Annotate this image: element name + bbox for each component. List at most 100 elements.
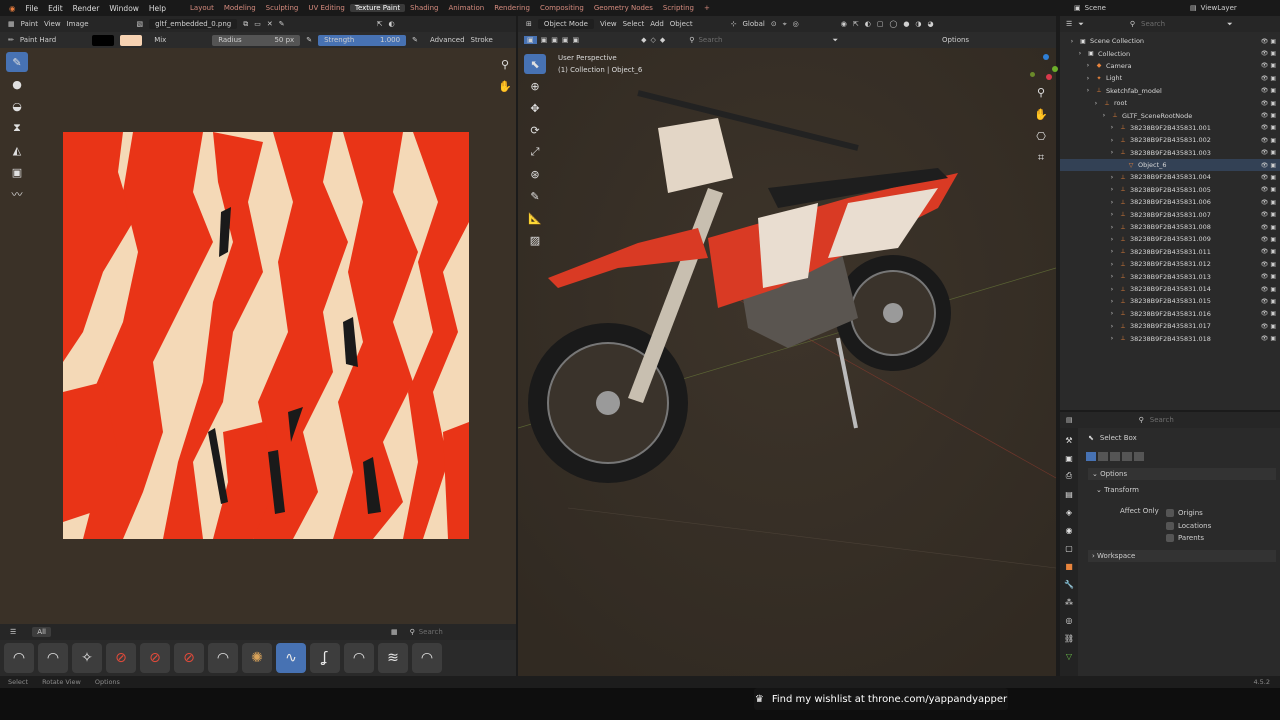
outliner-row[interactable]: › ⊥ 38238B9F2B435831.003 👁 ▣ bbox=[1060, 147, 1280, 159]
expand-chevron-icon[interactable]: › bbox=[1084, 87, 1092, 94]
expand-chevron-icon[interactable]: › bbox=[1108, 323, 1116, 330]
select-extend-icon[interactable]: ▣ bbox=[541, 36, 548, 44]
constraints-tab-icon[interactable]: ⛓ bbox=[1060, 630, 1078, 646]
xray-icon[interactable]: ▢ bbox=[877, 20, 884, 28]
visibility-eye-icon[interactable]: 👁 ▣ bbox=[1261, 174, 1276, 181]
brush-name[interactable]: Paint Hard bbox=[20, 36, 56, 44]
brush-thumb-9[interactable]: ∿ bbox=[276, 643, 306, 673]
tab-geometry-nodes[interactable]: Geometry Nodes bbox=[589, 4, 658, 12]
display-channels-icon[interactable]: ◐ bbox=[389, 20, 395, 28]
filter-light-icon[interactable]: ◆ bbox=[660, 36, 665, 44]
expand-chevron-icon[interactable]: › bbox=[1108, 335, 1116, 342]
expand-chevron-icon[interactable]: › bbox=[1100, 112, 1108, 119]
expand-chevron-icon[interactable]: › bbox=[1108, 149, 1116, 156]
visibility-eye-icon[interactable]: 👁 ▣ bbox=[1261, 323, 1276, 330]
paint-mode-dropdown[interactable]: Paint bbox=[21, 20, 38, 28]
menu-add[interactable]: Add bbox=[650, 20, 664, 28]
brush-thumb-11[interactable]: ◠ bbox=[344, 643, 374, 673]
viewport-editor-type-icon[interactable]: ⊞ bbox=[526, 20, 532, 28]
brush-thumb-1[interactable]: ◠ bbox=[4, 643, 34, 673]
visibility-eye-icon[interactable]: 👁 ▣ bbox=[1261, 149, 1276, 156]
radius-field[interactable]: Radius 50 px bbox=[212, 34, 301, 46]
soften-tool-icon[interactable]: ● bbox=[6, 74, 28, 94]
origins-checkbox[interactable] bbox=[1166, 509, 1174, 518]
shading-solid-icon[interactable]: ● bbox=[903, 20, 909, 28]
rotate-icon[interactable]: ⟳ bbox=[524, 120, 546, 140]
outliner-row[interactable]: › ⊥ 38238B9F2B435831.015 👁 ▣ bbox=[1060, 295, 1280, 307]
pin-icon[interactable]: ✎ bbox=[279, 20, 285, 28]
parents-checkbox[interactable] bbox=[1166, 534, 1174, 543]
outliner-row[interactable]: › ⊥ 38238B9F2B435831.013 👁 ▣ bbox=[1060, 270, 1280, 282]
view-layer-tab-icon[interactable]: ▤ bbox=[1060, 486, 1078, 502]
expand-chevron-icon[interactable]: › bbox=[1108, 261, 1116, 268]
visibility-eye-icon[interactable]: 👁 ▣ bbox=[1261, 335, 1276, 342]
shading-rendered-icon[interactable]: ◕ bbox=[928, 20, 934, 28]
image-name-field[interactable]: gltf_embedded_0.png bbox=[149, 19, 238, 29]
tab-scripting[interactable]: Scripting bbox=[658, 4, 699, 12]
outliner-row[interactable]: › ⊥ 38238B9F2B435831.007 👁 ▣ bbox=[1060, 208, 1280, 220]
visibility-eye-icon[interactable]: 👁 ▣ bbox=[1261, 162, 1276, 169]
stroke-dropdown[interactable]: Stroke bbox=[471, 36, 493, 44]
shelf-search-input[interactable]: Search bbox=[419, 628, 443, 636]
outliner-display-icon[interactable]: ⏷ bbox=[1078, 20, 1084, 29]
expand-chevron-icon[interactable]: › bbox=[1108, 248, 1116, 255]
select-invert-icon[interactable]: ▣ bbox=[562, 36, 569, 44]
outliner-row[interactable]: › ◆ Camera 👁 ▣ bbox=[1060, 60, 1280, 72]
visibility-eye-icon[interactable]: 👁 ▣ bbox=[1261, 62, 1276, 69]
shading-material-icon[interactable]: ◑ bbox=[915, 20, 921, 28]
world-tab-icon[interactable]: ◉ bbox=[1060, 522, 1078, 538]
visibility-eye-icon[interactable]: 👁 ▣ bbox=[1261, 248, 1276, 255]
filter-camera-icon[interactable]: ◇ bbox=[651, 36, 656, 44]
transform-icon[interactable]: ⊛ bbox=[524, 164, 546, 184]
annotate-icon[interactable]: ✎ bbox=[524, 186, 546, 206]
outliner-row[interactable]: › ⊥ 38238B9F2B435831.001 👁 ▣ bbox=[1060, 122, 1280, 134]
expand-chevron-icon[interactable]: › bbox=[1084, 75, 1092, 82]
particles-tab-icon[interactable]: ⁂ bbox=[1060, 594, 1078, 610]
menu-render[interactable]: Render bbox=[68, 4, 105, 13]
mode-extend-icon[interactable] bbox=[1098, 452, 1108, 461]
tab-animation[interactable]: Animation bbox=[444, 4, 490, 12]
outliner-row[interactable]: › ⊥ Sketchfab_model 👁 ▣ bbox=[1060, 85, 1280, 97]
measure-icon[interactable]: 📐 bbox=[524, 208, 546, 228]
outliner-row[interactable]: › ✦ Light 👁 ▣ bbox=[1060, 72, 1280, 84]
outliner-row[interactable]: › ⊥ 38238B9F2B435831.004 👁 ▣ bbox=[1060, 171, 1280, 183]
expand-chevron-icon[interactable]: › bbox=[1108, 273, 1116, 280]
advanced-dropdown[interactable]: Advanced bbox=[430, 36, 465, 44]
visibility-eye-icon[interactable]: 👁 ▣ bbox=[1261, 87, 1276, 94]
fill-tool-icon[interactable]: ◭ bbox=[6, 140, 28, 160]
blender-logo-icon[interactable]: ◉ bbox=[4, 4, 21, 13]
texture-image[interactable] bbox=[63, 132, 469, 539]
menu-select[interactable]: Select bbox=[623, 20, 645, 28]
brush-thumb-3[interactable]: ✧ bbox=[72, 643, 102, 673]
outliner-search-input[interactable]: Search bbox=[1141, 20, 1221, 28]
collection-tab-icon[interactable]: ▢ bbox=[1060, 540, 1078, 556]
expand-chevron-icon[interactable]: › bbox=[1108, 298, 1116, 305]
data-tab-icon[interactable]: ▽ bbox=[1060, 648, 1078, 664]
menu-edit[interactable]: Edit bbox=[43, 4, 68, 13]
visibility-eye-icon[interactable]: 👁 ▣ bbox=[1261, 298, 1276, 305]
zoom-icon[interactable]: ⚲ bbox=[494, 54, 516, 74]
output-tab-icon[interactable]: ⎙ bbox=[1060, 468, 1078, 484]
draw-tool-icon[interactable]: ✎ bbox=[6, 52, 28, 72]
visibility-eye-icon[interactable]: 👁 ▣ bbox=[1261, 310, 1276, 317]
visibility-eye-icon[interactable]: 👁 ▣ bbox=[1261, 186, 1276, 193]
primary-color-swatch[interactable] bbox=[92, 34, 115, 46]
3d-viewport[interactable]: User Perspective (1) Collection | Object… bbox=[518, 48, 1056, 676]
properties-search-input[interactable]: Search bbox=[1150, 416, 1174, 424]
outliner-editor-icon[interactable]: ☰ bbox=[1066, 20, 1072, 28]
tab-modeling[interactable]: Modeling bbox=[219, 4, 261, 12]
tab-compositing[interactable]: Compositing bbox=[535, 4, 589, 12]
brush-thumb-6[interactable]: ⊘ bbox=[174, 643, 204, 673]
camera-view-icon[interactable]: ⎔ bbox=[1030, 126, 1052, 146]
tab-shading[interactable]: Shading bbox=[405, 4, 443, 12]
outliner-row[interactable]: › ⊥ 38238B9F2B435831.008 👁 ▣ bbox=[1060, 221, 1280, 233]
select-mode-icon[interactable]: ▣ bbox=[524, 36, 537, 44]
visibility-eye-icon[interactable]: 👁 ▣ bbox=[1261, 236, 1276, 243]
outliner-filter-icon[interactable]: ⏷ bbox=[1227, 20, 1233, 29]
vp-filter-icon[interactable]: ⏷ bbox=[832, 36, 838, 45]
mode-subtract-icon[interactable] bbox=[1110, 452, 1120, 461]
brush-thumb-10[interactable]: ʆ bbox=[310, 643, 340, 673]
pan-hand-icon[interactable]: ✋ bbox=[494, 76, 516, 96]
mode-invert-icon[interactable] bbox=[1122, 452, 1132, 461]
expand-chevron-icon[interactable]: › bbox=[1076, 50, 1084, 57]
